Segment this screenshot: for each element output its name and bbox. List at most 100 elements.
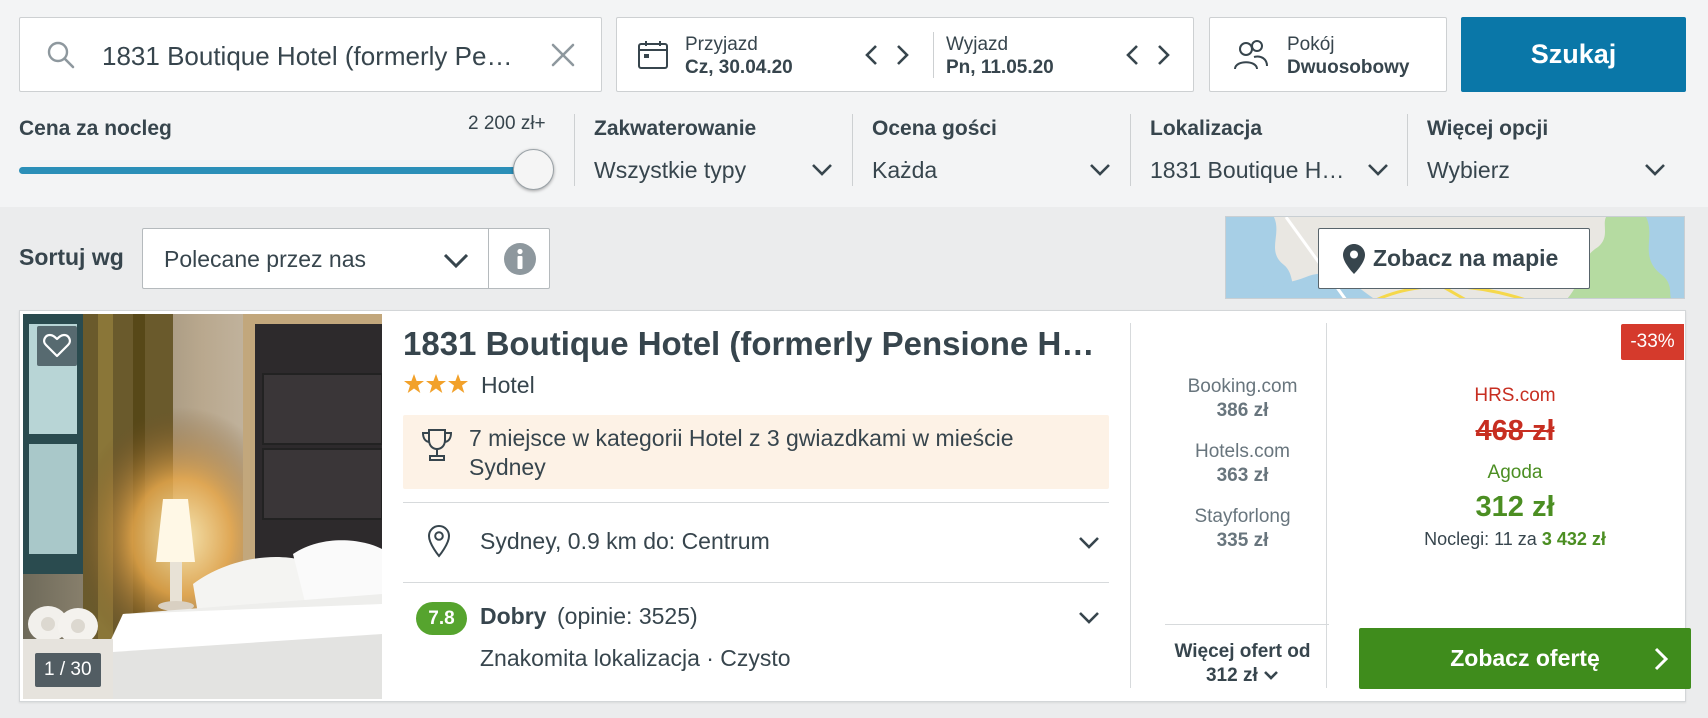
checkin-label: Przyjazd: [685, 34, 758, 55]
chevron-down-icon[interactable]: [1078, 536, 1100, 550]
chevron-down-icon[interactable]: [811, 163, 833, 177]
price-slider-track[interactable]: [19, 167, 533, 174]
show-map-button[interactable]: Zobacz na mapie: [1318, 228, 1590, 289]
rating-count[interactable]: (opinie: 3525): [557, 603, 698, 630]
offer-price: 363 zł: [1216, 465, 1269, 486]
sort-value: Polecane przez nas: [164, 246, 367, 272]
offer-booking[interactable]: Booking.com 386 zł: [1150, 375, 1335, 423]
price-filter-label: Cena za nocleg: [19, 117, 172, 140]
checkin-value[interactable]: Cz, 30.04.20: [685, 56, 793, 80]
destination-value[interactable]: 1831 Boutique Hotel (formerly Pensione H…: [102, 41, 522, 72]
info-icon: [504, 243, 536, 275]
chevron-down-icon[interactable]: [1644, 163, 1666, 177]
trophy-icon: [421, 429, 453, 461]
clear-icon[interactable]: [548, 40, 578, 70]
hotel-photo[interactable]: 1 / 30: [23, 314, 382, 699]
total-prefix: Noclegi: 11 za: [1424, 529, 1537, 549]
offer-provider: Booking.com: [1187, 376, 1298, 397]
more-options-label: Więcej opcji: [1427, 117, 1549, 140]
checkout-value[interactable]: Pn, 11.05.20: [946, 56, 1054, 80]
room-text: Pokój Dwuosobowy: [1287, 34, 1409, 80]
checkout-label: Wyjazd: [946, 34, 1009, 55]
hotel-name[interactable]: 1831 Boutique Hotel (formerly Pensione H…: [403, 325, 1103, 363]
sort-dropdown[interactable]: Polecane przez nas: [142, 228, 489, 289]
sort-info-button[interactable]: [488, 228, 550, 289]
search-icon: [47, 41, 75, 69]
guest-rating-filter-dropdown[interactable]: Każda: [872, 157, 1082, 184]
sort-label: Sortuj wg: [19, 244, 124, 270]
total-price: 3 432 zł: [1541, 529, 1606, 549]
compare-price: 468 zł: [1475, 415, 1555, 447]
checkin-next-icon[interactable]: [891, 40, 913, 70]
more-offers-label: Więcej ofert od: [1174, 641, 1311, 662]
offer-provider: Hotels.com: [1194, 441, 1291, 462]
heart-icon: [43, 333, 71, 358]
view-offer-button[interactable]: Zobacz ofertę: [1359, 628, 1691, 689]
offer-stayforlong[interactable]: Stayforlong 335 zł: [1150, 505, 1335, 553]
star-rating-icon: [404, 374, 468, 393]
filter-divider: [574, 114, 575, 186]
offer-price: 335 zł: [1216, 530, 1269, 551]
best-provider[interactable]: Agoda: [1350, 462, 1680, 484]
favorite-button[interactable]: [37, 326, 77, 366]
filter-divider: [1130, 114, 1131, 186]
chevron-right-icon: [1654, 647, 1669, 671]
chevron-down-icon: [1264, 671, 1278, 680]
award-banner: 7 miejsce w kategorii Hotel z 3 gwiazdka…: [403, 415, 1109, 489]
rating-word[interactable]: Dobry: [480, 603, 546, 630]
price-max-label: 2 200 zł+: [468, 113, 546, 134]
location-filter-label: Lokalizacja: [1150, 117, 1263, 140]
dates-field: Przyjazd Cz, 30.04.20 Wyjazd Pn, 11.05.2…: [616, 17, 1194, 92]
column-divider: [1130, 323, 1131, 688]
location-pin-icon: [427, 524, 451, 558]
more-offers-price: 312 zł: [1205, 665, 1258, 686]
room-field[interactable]: Pokój Dwuosobowy: [1209, 17, 1447, 92]
guests-icon: [1234, 40, 1268, 70]
chevron-down-icon[interactable]: [1078, 611, 1100, 625]
divider: [1165, 624, 1329, 625]
best-price: 312 zł: [1475, 491, 1555, 523]
destination-field[interactable]: 1831 Boutique Hotel (formerly Pensione H…: [19, 17, 602, 92]
rating-badge: 7.8: [416, 602, 467, 635]
total-stay: Noclegi: 11 za 3 432 zł: [1350, 529, 1680, 550]
hotel-location[interactable]: Sydney, 0.9 km do: Centrum: [480, 528, 770, 555]
divider: [403, 582, 1109, 583]
award-text: 7 miejsce w kategorii Hotel z 3 gwiazdka…: [469, 425, 1014, 480]
offer-price: 386 zł: [1216, 400, 1269, 421]
more-offers-price-row: 312 zł: [1150, 664, 1335, 688]
hotel-room-image: [23, 314, 382, 699]
rating-highlights: Znakomita lokalizacja · Czysto: [480, 645, 791, 671]
column-divider: [1326, 323, 1327, 688]
checkin-prev-icon[interactable]: [861, 40, 883, 70]
filter-divider: [1407, 114, 1408, 186]
room-value: Dwuosobowy: [1287, 57, 1410, 78]
guest-rating-filter-label: Ocena gości: [872, 117, 997, 140]
room-label: Pokój: [1287, 34, 1335, 55]
view-offer-label: Zobacz ofertę: [1450, 645, 1600, 671]
chevron-down-icon[interactable]: [1367, 163, 1389, 177]
checkout-field[interactable]: Wyjazd Pn, 11.05.20: [946, 34, 1054, 80]
price-slider-handle[interactable]: [513, 149, 554, 190]
checkin-field[interactable]: Przyjazd Cz, 30.04.20: [685, 34, 793, 80]
location-filter-dropdown[interactable]: 1831 Boutique Hotel (formerly Pensione H…: [1150, 157, 1355, 184]
filter-divider: [852, 114, 853, 186]
hotel-type: Hotel: [481, 372, 535, 398]
chevron-down-icon: [443, 253, 469, 269]
accommodation-filter-dropdown[interactable]: Wszystkie typy: [594, 157, 804, 184]
map-pin-icon: [1343, 244, 1365, 274]
offer-hotels[interactable]: Hotels.com 363 zł: [1150, 440, 1335, 488]
hotel-card: 1 / 30 1831 Boutique Hotel (formerly Pen…: [19, 310, 1691, 702]
checkout-prev-icon[interactable]: [1122, 40, 1144, 70]
dates-divider: [933, 32, 934, 78]
more-options-dropdown[interactable]: Wybierz: [1427, 157, 1637, 184]
calendar-icon: [638, 41, 668, 69]
compare-provider[interactable]: HRS.com: [1350, 385, 1680, 407]
photo-counter: 1 / 30: [35, 653, 101, 687]
checkout-next-icon[interactable]: [1152, 40, 1174, 70]
search-panel: 1831 Boutique Hotel (formerly Pensione H…: [0, 0, 1708, 207]
chevron-down-icon[interactable]: [1089, 163, 1111, 177]
more-offers-button[interactable]: Więcej ofert od 312 zł: [1150, 640, 1335, 688]
offer-provider: Stayforlong: [1194, 506, 1291, 527]
accommodation-filter-label: Zakwaterowanie: [594, 117, 757, 140]
search-button[interactable]: Szukaj: [1461, 17, 1686, 92]
